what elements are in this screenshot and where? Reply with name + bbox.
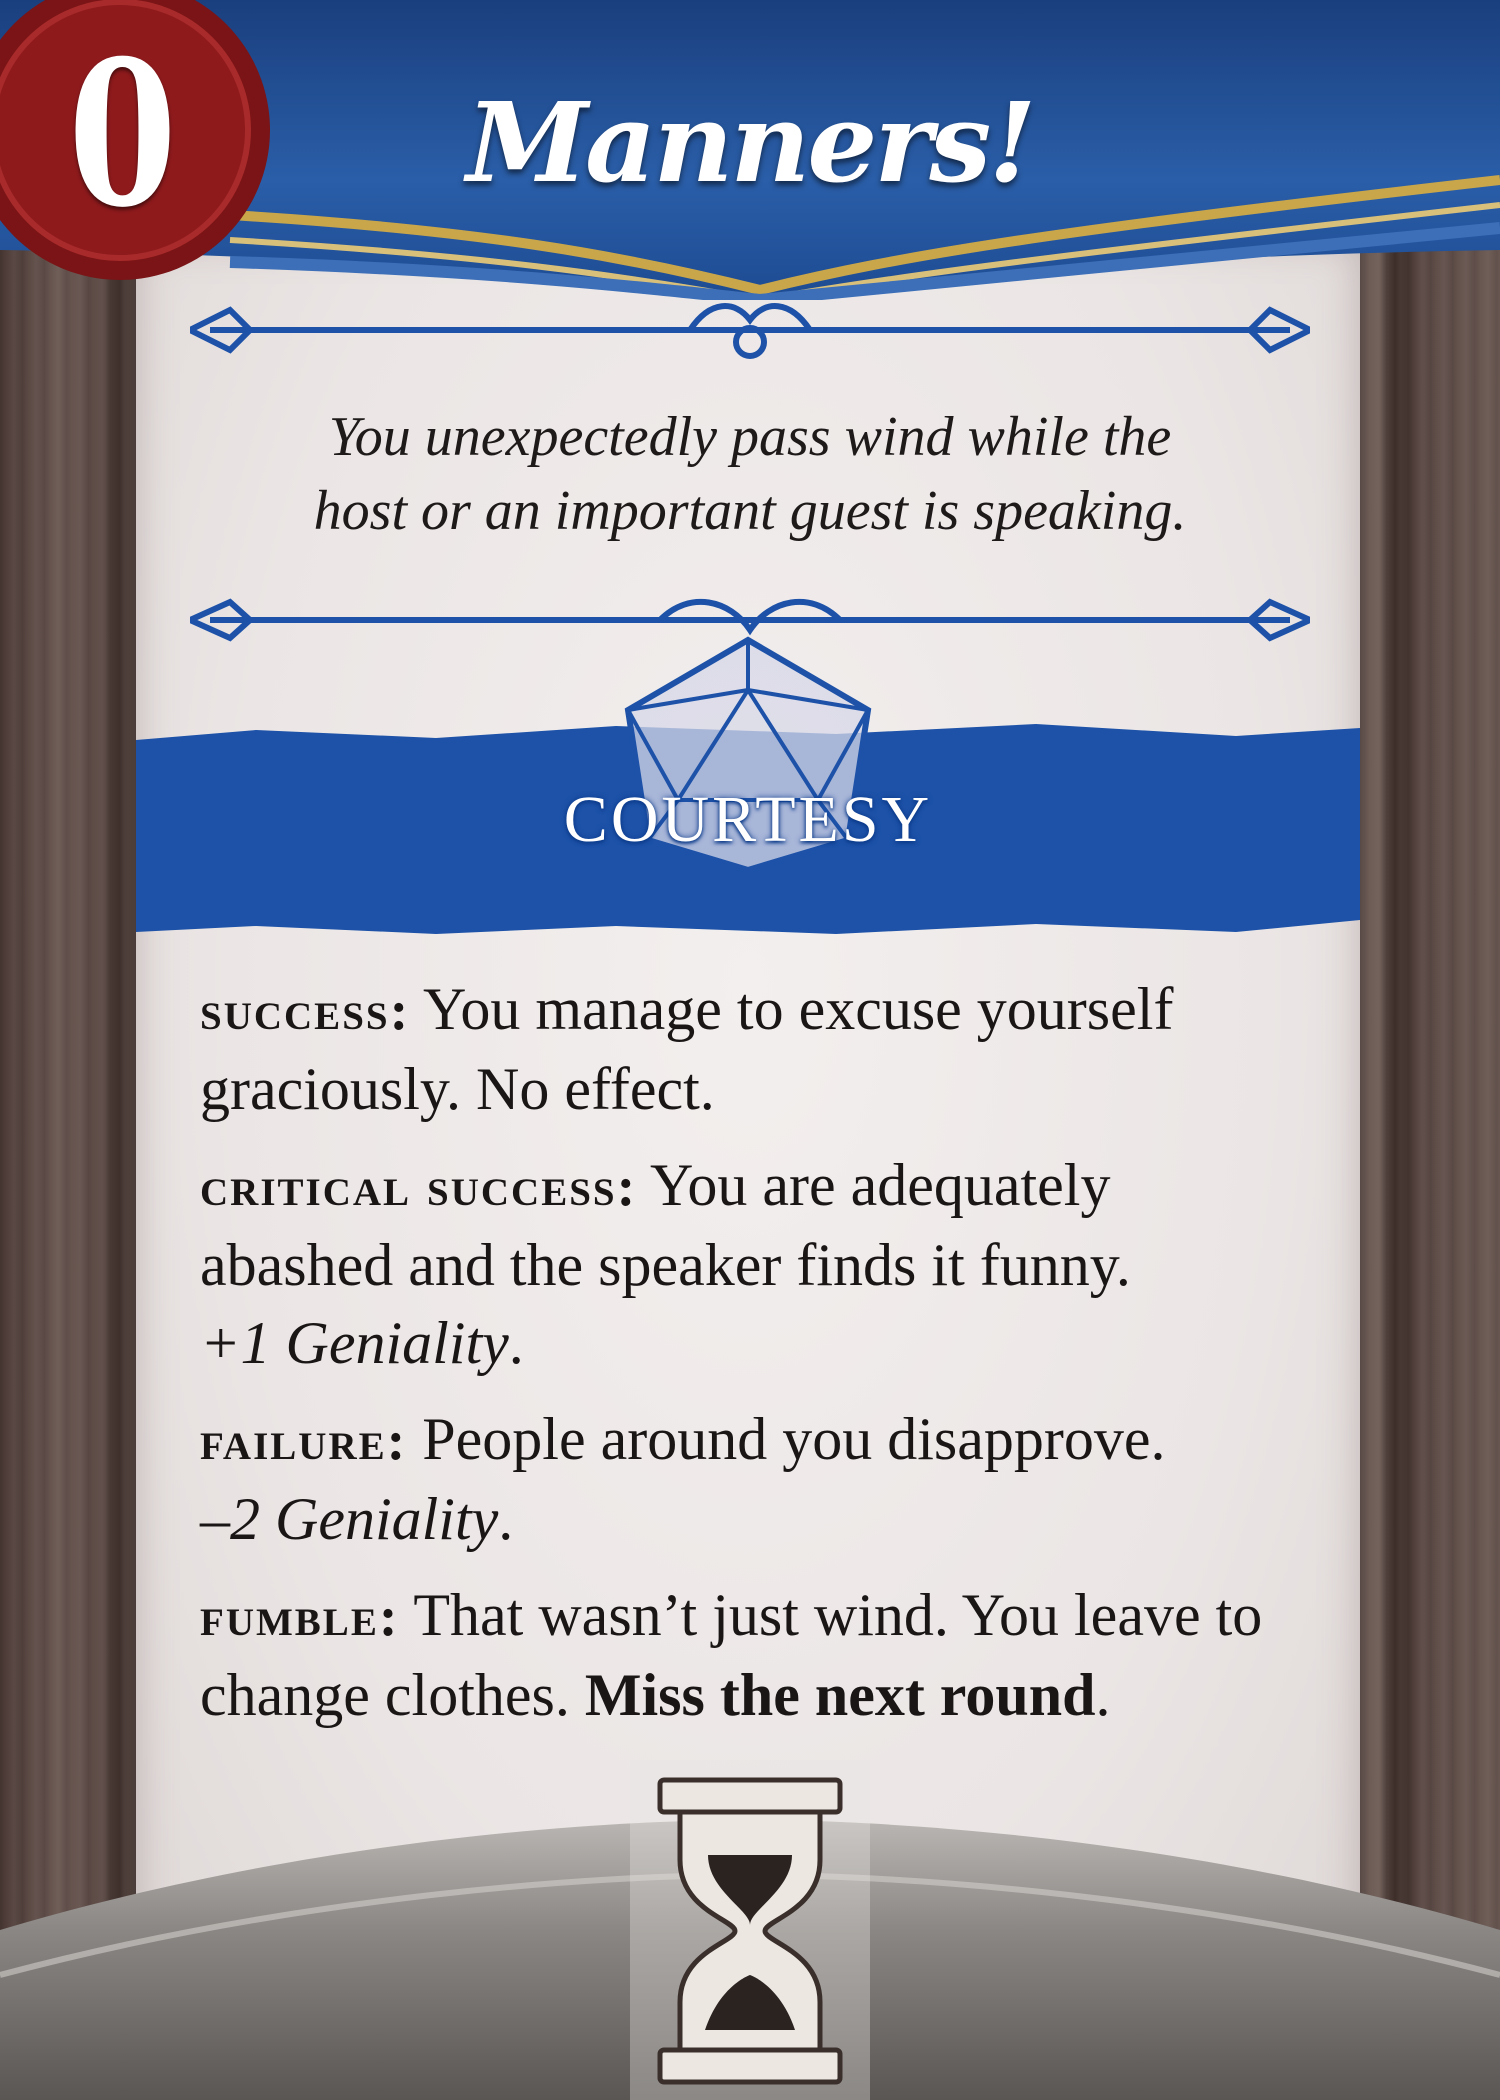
failure-text: People around you disapprove.: [407, 1406, 1166, 1472]
failure-modifier: –2 Geniality: [200, 1486, 499, 1552]
outcomes-block: success: You manage to excuse yourself g…: [200, 970, 1280, 1752]
fumble-bold-text: Miss the next round: [584, 1662, 1096, 1728]
fumble-period: .: [1095, 1662, 1111, 1728]
failure-period: .: [498, 1486, 514, 1552]
flavor-line-1: You unexpectedly pass wind while the: [328, 406, 1172, 468]
skill-name: COURTESY: [563, 783, 933, 856]
outcome-success: success: You manage to excuse yourself g…: [200, 970, 1280, 1128]
success-label: success:: [200, 980, 411, 1042]
flavor-text: You unexpectedly pass wind while the hos…: [200, 400, 1300, 548]
card-title: Manners!: [466, 78, 1036, 207]
critical-success-modifier: +1 Geniality: [200, 1310, 509, 1376]
outcome-critical-success: critical success: You are adequately aba…: [200, 1146, 1280, 1382]
hourglass-icon: [630, 1760, 870, 2100]
top-ornament: [190, 303, 1310, 359]
failure-label: failure:: [200, 1410, 408, 1472]
flavor-line-2: host or an important guest is speaking.: [313, 480, 1187, 542]
critical-success-label: critical success:: [200, 1156, 638, 1218]
critical-period: .: [508, 1310, 524, 1376]
fumble-label: fumble:: [200, 1586, 400, 1648]
outcome-fumble: fumble: That wasn’t just wind. You leave…: [200, 1576, 1280, 1734]
cost-number: 0: [68, 17, 177, 252]
outcome-failure: failure: People around you disapprove. –…: [200, 1400, 1280, 1558]
